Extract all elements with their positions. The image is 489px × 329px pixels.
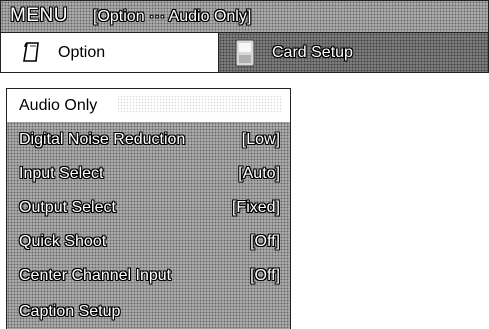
breadcrumb: [Option ··· Audio Only] bbox=[93, 8, 252, 25]
menu-item-label: Output Select bbox=[19, 199, 116, 216]
tab-option-label: Option bbox=[58, 44, 106, 61]
menu-list: Audio Only Digital Noise Reduction [Low]… bbox=[6, 88, 291, 329]
menu-title-bar: MENU [Option ··· Audio Only] bbox=[0, 0, 489, 33]
selection-highlight bbox=[117, 95, 282, 113]
tab-bar: Option Card Setup bbox=[0, 33, 489, 73]
menu-item-value: [Fixed] bbox=[231, 199, 280, 216]
menu-item-label: Center Channel Input bbox=[19, 267, 172, 284]
menu-item-value: [Auto] bbox=[238, 165, 280, 182]
menu-title: MENU bbox=[10, 5, 68, 26]
card-icon bbox=[234, 39, 256, 72]
menu-item-digital-noise-reduction[interactable]: Digital Noise Reduction [Low] bbox=[7, 123, 290, 156]
menu-item-value: [Low] bbox=[241, 131, 280, 148]
menu-item-center-channel-input[interactable]: Center Channel Input [Off] bbox=[7, 259, 290, 292]
menu-item-caption-setup[interactable]: Caption Setup bbox=[7, 295, 290, 328]
menu-item-label: Digital Noise Reduction bbox=[19, 131, 186, 148]
menu-item-label: Audio Only bbox=[19, 97, 98, 114]
menu-item-audio-only[interactable]: Audio Only bbox=[7, 89, 290, 122]
menu-item-value: [Off] bbox=[250, 267, 280, 284]
menu-item-label: Quick Shoot bbox=[19, 233, 107, 250]
menu-item-output-select[interactable]: Output Select [Fixed] bbox=[7, 191, 290, 224]
option-page-icon bbox=[21, 41, 43, 68]
menu-item-label: Input Select bbox=[19, 165, 104, 182]
menu-item-label: Caption Setup bbox=[19, 303, 121, 320]
tab-card-setup[interactable]: Card Setup bbox=[219, 33, 488, 72]
tab-card-setup-label: Card Setup bbox=[272, 44, 353, 61]
menu-item-quick-shoot[interactable]: Quick Shoot [Off] bbox=[7, 225, 290, 258]
menu-item-value: [Off] bbox=[250, 233, 280, 250]
tab-option[interactable]: Option bbox=[1, 33, 219, 72]
menu-item-input-select[interactable]: Input Select [Auto] bbox=[7, 157, 290, 190]
